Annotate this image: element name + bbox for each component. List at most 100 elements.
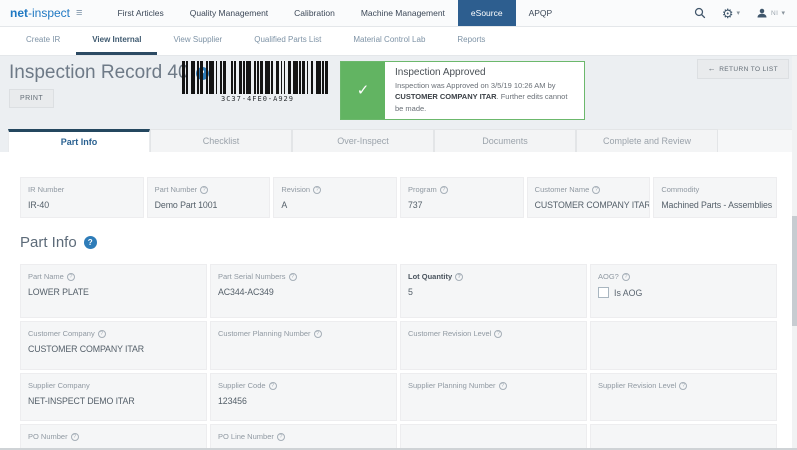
help-icon[interactable]: ? (277, 433, 285, 441)
help-icon[interactable]: ? (84, 236, 97, 249)
inspection-approved-alert: ✓ Inspection Approved Inspection was App… (340, 61, 585, 120)
tab-over-inspect[interactable]: Over-Inspect (292, 129, 434, 152)
topnav-item-quality-management[interactable]: Quality Management (177, 0, 281, 26)
brand-text: net-inspect (10, 4, 70, 22)
barcode-bars (182, 61, 334, 94)
help-icon[interactable]: ? (622, 273, 630, 281)
field-aog: AOG?? Is AOG (590, 264, 777, 318)
ir-summary-grid: IR Number IR-40 Part Number? Demo Part 1… (20, 177, 777, 218)
subnav-item-qualified-parts-list[interactable]: Qualified Parts List (238, 27, 337, 55)
approval-body: Inspection Approved Inspection was Appro… (385, 62, 584, 119)
user-initials: NI (771, 10, 779, 17)
field-po-line-number: PO Line Number? 2 (210, 424, 397, 450)
field-customer-revision-level: Customer Revision Level? (400, 321, 587, 370)
settings-menu[interactable]: ⚙ ▾ (722, 7, 740, 20)
is-aog-label: Is AOG (614, 288, 642, 298)
ir-number-value: IR-40 (28, 200, 136, 210)
subnav-item-view-internal[interactable]: View Internal (76, 27, 157, 55)
check-icon: ✓ (341, 62, 385, 119)
top-navigation: net-inspect ≡ First Articles Quality Man… (0, 0, 797, 27)
scrollbar-track[interactable] (792, 56, 797, 450)
help-icon[interactable]: ? (67, 273, 75, 281)
help-icon[interactable]: ? (499, 382, 507, 390)
summary-cell-commodity: Commodity Machined Parts - Assemblies (653, 177, 777, 218)
program-value: 737 (408, 200, 516, 210)
help-icon[interactable]: ? (494, 330, 502, 338)
arrow-left-icon: ← (708, 65, 716, 73)
help-icon[interactable]: ? (313, 186, 321, 194)
summary-cell-program: Program? 737 (400, 177, 524, 218)
page-title: Inspection Record 40 ? (9, 62, 209, 84)
user-menu[interactable]: NI ▾ (756, 7, 785, 19)
topnav-item-calibration[interactable]: Calibration (281, 0, 348, 26)
subnav-item-material-control-lab[interactable]: Material Control Lab (337, 27, 441, 55)
field-po-number: PO Number? 345678 (20, 424, 207, 450)
part-info-row-2: Customer Company? CUSTOMER COMPANY ITAR … (20, 321, 777, 370)
net-inspect-logo[interactable]: net-inspect ≡ (10, 0, 82, 26)
topnav-right-icons: ⚙ ▾ NI ▾ (694, 0, 797, 26)
hamburger-menu-icon[interactable]: ≡ (76, 8, 82, 19)
record-tabs: Part Info Checklist Over-Inspect Documen… (0, 129, 797, 152)
field-empty (400, 424, 587, 450)
search-icon[interactable] (694, 7, 706, 19)
help-icon[interactable]: ? (71, 433, 79, 441)
summary-cell-revision: Revision? A (273, 177, 397, 218)
scrollbar-thumb[interactable] (792, 216, 797, 326)
help-icon[interactable]: ? (679, 382, 687, 390)
help-icon[interactable]: ? (440, 186, 448, 194)
summary-cell-part-number: Part Number? Demo Part 1001 (147, 177, 271, 218)
field-supplier-planning-number: Supplier Planning Number? (400, 373, 587, 421)
revision-value: A (281, 200, 389, 210)
print-button[interactable]: PRINT (9, 89, 54, 108)
summary-cell-ir-number: IR Number IR-40 (20, 177, 144, 218)
field-supplier-company: Supplier Company NET-INSPECT DEMO ITAR (20, 373, 207, 421)
help-icon[interactable]: ? (592, 186, 600, 194)
topnav-item-apqp[interactable]: APQP (516, 0, 566, 26)
topnav-item-first-articles[interactable]: First Articles (104, 0, 176, 26)
part-info-row-4: PO Number? 345678 PO Line Number? 2 (20, 424, 777, 450)
help-icon[interactable]: ? (314, 330, 322, 338)
summary-cell-customer-name: Customer Name? CUSTOMER COMPANY ITAR (527, 177, 651, 218)
chevron-down-icon: ▾ (781, 9, 785, 17)
tab-checklist[interactable]: Checklist (150, 129, 292, 152)
subnav-item-create-ir[interactable]: Create IR (10, 27, 76, 55)
commodity-value: Machined Parts - Assemblies (661, 200, 769, 210)
field-customer-company: Customer Company? CUSTOMER COMPANY ITAR (20, 321, 207, 370)
field-supplier-revision-level: Supplier Revision Level? (590, 373, 777, 421)
customer-name-value: CUSTOMER COMPANY ITAR (535, 200, 643, 210)
approval-company: CUSTOMER COMPANY ITAR (395, 92, 497, 101)
tab-complete-and-review[interactable]: Complete and Review (576, 129, 718, 152)
esource-sub-navigation: Create IR View Internal View Supplier Qu… (0, 27, 797, 56)
field-customer-planning-number: Customer Planning Number? (210, 321, 397, 370)
return-to-list-button[interactable]: ← RETURN TO LIST (697, 59, 789, 79)
help-icon[interactable]: ? (289, 273, 297, 281)
field-empty (590, 424, 777, 450)
help-icon[interactable]: ? (455, 273, 463, 281)
tab-documents[interactable]: Documents (434, 129, 576, 152)
topnav-item-esource[interactable]: eSource (458, 0, 516, 26)
is-aog-checkbox[interactable] (598, 287, 609, 298)
help-icon[interactable]: ? (269, 382, 277, 390)
help-icon[interactable]: ? (98, 330, 106, 338)
part-info-section-heading: Part Info ? (20, 232, 777, 252)
barcode-text: 3C37-4FE0-A929 (180, 95, 335, 103)
approval-title: Inspection Approved (395, 67, 576, 78)
approval-message: Inspection was Approved on 3/5/19 10:26 … (395, 80, 576, 114)
help-icon[interactable]: ? (200, 186, 208, 194)
subnav-item-view-supplier[interactable]: View Supplier (157, 27, 238, 55)
net-inspect-app: net-inspect ≡ First Articles Quality Man… (0, 0, 797, 450)
user-icon (756, 7, 768, 19)
topnav-items: First Articles Quality Management Calibr… (104, 0, 565, 26)
part-info-row-1: Part Name? LOWER PLATE Part Serial Numbe… (20, 264, 777, 318)
field-lot-quantity: Lot Quantity? 5 (400, 264, 587, 318)
topnav-item-machine-management[interactable]: Machine Management (348, 0, 458, 26)
part-number-value: Demo Part 1001 (155, 200, 263, 210)
gear-icon: ⚙ (722, 7, 734, 20)
tab-part-info[interactable]: Part Info (8, 129, 150, 152)
field-supplier-code: Supplier Code? 123456 (210, 373, 397, 421)
field-empty (590, 321, 777, 370)
subnav-item-reports[interactable]: Reports (441, 27, 501, 55)
part-info-row-3: Supplier Company NET-INSPECT DEMO ITAR S… (20, 373, 777, 421)
page-header: Inspection Record 40 ? PRINT 3C37-4FE0-A… (0, 56, 797, 129)
field-part-name: Part Name? LOWER PLATE (20, 264, 207, 318)
